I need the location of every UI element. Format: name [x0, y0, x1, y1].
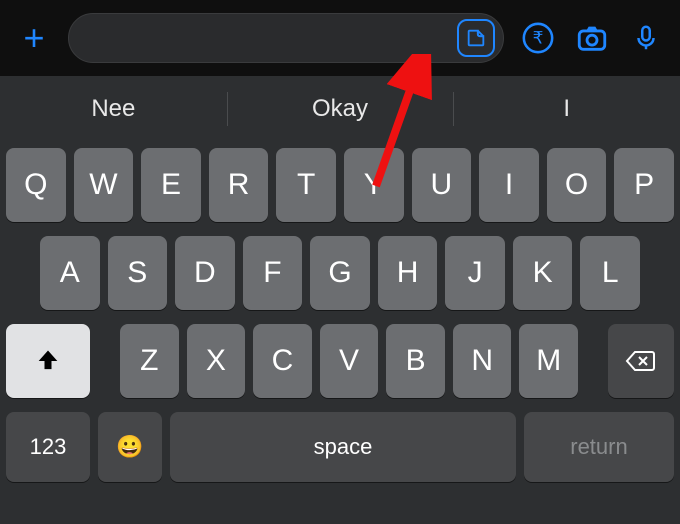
mic-icon — [631, 21, 661, 55]
suggestion-item[interactable]: I — [453, 83, 680, 135]
shift-key[interactable] — [6, 324, 90, 398]
key-x[interactable]: X — [187, 324, 246, 398]
keyboard: Q W E R T Y U I O P A S D F G H J K L Z … — [0, 142, 680, 524]
add-button[interactable]: + — [14, 18, 54, 58]
key-f[interactable]: F — [243, 236, 303, 310]
key-n[interactable]: N — [453, 324, 512, 398]
suggestion-item[interactable]: Okay — [227, 83, 454, 135]
shift-icon — [34, 347, 62, 375]
keyboard-row-4: 123 😀 space return — [6, 412, 674, 482]
key-p[interactable]: P — [614, 148, 674, 222]
keyboard-row-3: Z X C V B N M — [6, 324, 674, 398]
key-l[interactable]: L — [580, 236, 640, 310]
key-g[interactable]: G — [310, 236, 370, 310]
key-b[interactable]: B — [386, 324, 445, 398]
key-e[interactable]: E — [141, 148, 201, 222]
camera-icon — [575, 21, 609, 55]
payment-button[interactable]: ₹ — [518, 18, 558, 58]
key-w[interactable]: W — [74, 148, 134, 222]
key-m[interactable]: M — [519, 324, 578, 398]
sticker-icon — [465, 27, 487, 49]
key-z[interactable]: Z — [120, 324, 179, 398]
key-d[interactable]: D — [175, 236, 235, 310]
key-q[interactable]: Q — [6, 148, 66, 222]
camera-button[interactable] — [572, 18, 612, 58]
backspace-key[interactable] — [608, 324, 674, 398]
backspace-icon — [625, 349, 657, 373]
key-a[interactable]: A — [40, 236, 100, 310]
keyboard-row-2: A S D F G H J K L — [6, 236, 674, 310]
key-v[interactable]: V — [320, 324, 379, 398]
suggestion-bar: Nee Okay I — [0, 76, 680, 142]
chat-input-bar: + ₹ — [0, 0, 680, 76]
mic-button[interactable] — [626, 18, 666, 58]
message-input[interactable] — [68, 13, 504, 63]
plus-icon: + — [23, 17, 44, 59]
key-u[interactable]: U — [412, 148, 472, 222]
return-key[interactable]: return — [524, 412, 674, 482]
keyboard-row-1: Q W E R T Y U I O P — [6, 148, 674, 222]
numbers-key[interactable]: 123 — [6, 412, 90, 482]
key-i[interactable]: I — [479, 148, 539, 222]
key-y[interactable]: Y — [344, 148, 404, 222]
key-r[interactable]: R — [209, 148, 269, 222]
key-k[interactable]: K — [513, 236, 573, 310]
suggestion-item[interactable]: Nee — [0, 83, 227, 135]
key-s[interactable]: S — [108, 236, 168, 310]
emoji-key[interactable]: 😀 — [98, 412, 162, 482]
key-h[interactable]: H — [378, 236, 438, 310]
sticker-button[interactable] — [457, 19, 495, 57]
key-t[interactable]: T — [276, 148, 336, 222]
svg-text:₹: ₹ — [533, 29, 544, 48]
rupee-icon: ₹ — [521, 21, 555, 55]
key-j[interactable]: J — [445, 236, 505, 310]
space-key[interactable]: space — [170, 412, 516, 482]
key-o[interactable]: O — [547, 148, 607, 222]
key-c[interactable]: C — [253, 324, 312, 398]
